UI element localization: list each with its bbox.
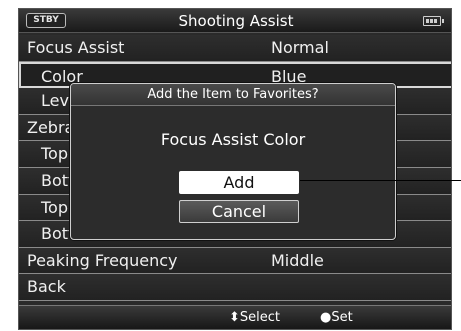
- menu-row-label: Back: [27, 277, 66, 297]
- favorites-dialog: Add the Item to Favorites? Focus Assist …: [70, 83, 396, 240]
- add-button[interactable]: Add: [179, 171, 299, 194]
- dialog-title: Add the Item to Favorites?: [71, 84, 395, 106]
- top-bar: STBY Shooting Assist: [19, 9, 451, 33]
- menu-row-focus-assist[interactable]: Focus Assist Normal: [19, 35, 451, 62]
- menu-row-label: Peaking Frequency: [27, 250, 178, 270]
- menu-row-value: Middle: [271, 250, 324, 270]
- cancel-button[interactable]: Cancel: [179, 200, 299, 223]
- battery-icon: [423, 16, 444, 26]
- bottom-hint-bar: ⬍Select ●Set: [19, 305, 451, 329]
- menu-row-label: Zebra: [27, 117, 75, 137]
- screen-title: Shooting Assist: [178, 12, 294, 30]
- battery-level-bars: [426, 19, 438, 23]
- set-hint: ●Set: [320, 310, 353, 325]
- dialog-message: Focus Assist Color: [160, 130, 306, 149]
- menu-row-label: Top: [41, 197, 68, 217]
- callout-line: [300, 180, 461, 181]
- menu-row-peaking-frequency[interactable]: Peaking Frequency Middle: [19, 247, 451, 275]
- menu-row-back[interactable]: Back: [19, 274, 451, 301]
- menu-row-value: Normal: [271, 38, 329, 57]
- menu-row-label: Top: [41, 144, 68, 164]
- select-hint: ⬍Select: [229, 310, 280, 325]
- menu-row-label: Focus Assist: [27, 38, 125, 57]
